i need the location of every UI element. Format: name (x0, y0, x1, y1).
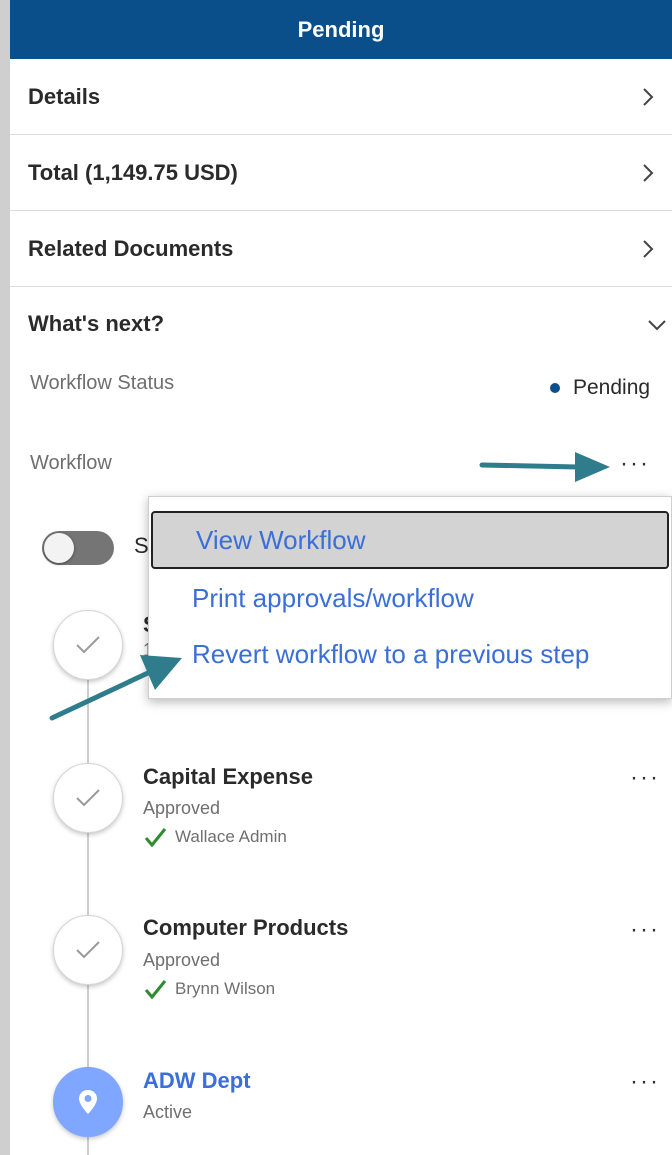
row-related-documents[interactable]: Related Documents (10, 211, 672, 287)
workflow-status-label: Workflow Status (30, 372, 175, 394)
chevron-right-icon (643, 87, 654, 106)
row-total-label: Total (1,149.75 USD) (28, 159, 238, 185)
chevron-down-icon[interactable] (646, 318, 668, 332)
app-frame: Pending Details Total (1,149.75 USD) Rel… (0, 0, 672, 1155)
step-approver: Brynn Wilson (143, 978, 275, 1000)
step-status: Approved (143, 798, 221, 818)
workflow-status-value: Pending (550, 376, 650, 400)
chevron-right-icon (643, 239, 654, 258)
page-title: Pending (297, 16, 385, 42)
step-circle-active (53, 1067, 123, 1137)
row-details[interactable]: Details (10, 59, 672, 135)
workflow-context-menu: View Workflow Print approvals/workflow R… (148, 496, 672, 699)
step-approver-name: Wallace Admin (175, 827, 287, 846)
step-approver: Wallace Admin (143, 826, 287, 848)
check-icon (144, 828, 167, 848)
toggle-knob (44, 533, 74, 563)
step-name: Capital Expense (143, 764, 313, 789)
step-more-icon[interactable]: ··· (630, 1070, 660, 1094)
show-all-toggle[interactable] (42, 531, 114, 565)
workflow-label: Workflow (30, 452, 112, 474)
step-circle (53, 763, 123, 833)
step-approver-name: Brynn Wilson (175, 979, 276, 998)
step-name-active[interactable]: ADW Dept (143, 1068, 251, 1094)
step-more-icon[interactable]: ··· (630, 918, 660, 942)
workflow-more-icon[interactable]: ··· (620, 452, 650, 476)
step-name: Computer Products (143, 915, 349, 940)
step-status: Active (143, 1102, 193, 1122)
row-total[interactable]: Total (1,149.75 USD) (10, 135, 672, 211)
step-circle (53, 915, 123, 985)
chevron-right-icon (643, 163, 654, 182)
step-more-icon[interactable]: ··· (630, 766, 660, 790)
status-dot-icon (550, 383, 560, 393)
check-icon (76, 941, 100, 959)
check-icon (76, 636, 100, 654)
workflow-status-text: Pending (573, 376, 651, 399)
step-status: Approved (143, 950, 221, 970)
page-title-bar: Pending (10, 0, 672, 59)
row-related-documents-label: Related Documents (28, 235, 234, 261)
toggle-label: S (134, 533, 149, 558)
menu-item-view-workflow[interactable]: View Workflow (151, 511, 669, 569)
location-pin-icon (79, 1090, 97, 1114)
check-icon (76, 789, 100, 807)
step-circle (53, 610, 123, 680)
row-details-label: Details (28, 83, 101, 109)
whats-next-title[interactable]: What's next? (28, 311, 164, 337)
menu-item-print-approvals[interactable]: Print approvals/workflow (149, 569, 671, 627)
menu-item-revert-workflow[interactable]: Revert workflow to a previous step (149, 625, 671, 683)
check-icon (144, 980, 167, 1000)
